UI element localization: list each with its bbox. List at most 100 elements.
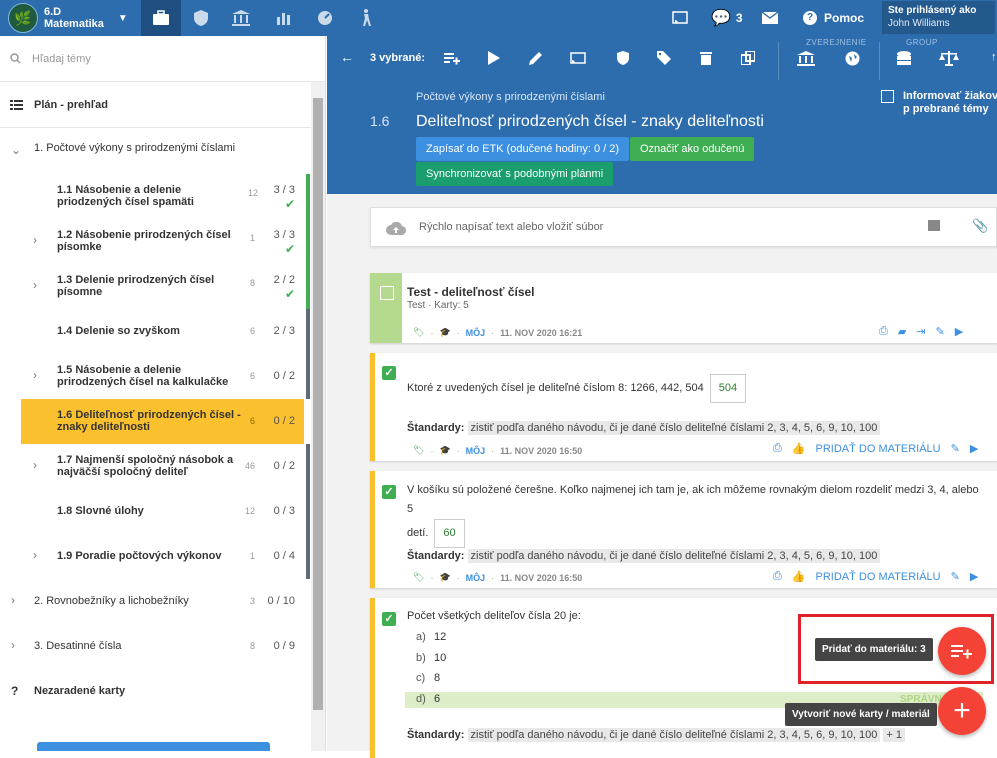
- chevron-down-icon: ▼: [117, 12, 128, 24]
- inform-students-checkbox[interactable]: [881, 90, 894, 103]
- select-checkbox[interactable]: [380, 286, 394, 300]
- add-to-material-link[interactable]: PRIDAŤ DO MATERIÁLU: [816, 571, 941, 583]
- topic-1-8[interactable]: 1.8 Slovné úlohy 12 0 / 3: [0, 489, 310, 534]
- selected-checkbox[interactable]: ✓: [382, 612, 396, 626]
- graduation-cap-icon[interactable]: 🎓: [439, 445, 450, 456]
- test-card-stripe: [370, 273, 402, 343]
- topic-1-5[interactable]: › 1.5 Násobenie a delenie prirodzených čí…: [0, 354, 310, 399]
- option-text: 12: [434, 631, 447, 643]
- topic-search[interactable]: Hľadaj témy: [0, 36, 325, 82]
- gauge-icon[interactable]: [305, 0, 345, 36]
- topic-1-4[interactable]: 1.4 Delenie so zvyškom 6 2 / 3: [0, 309, 310, 354]
- attachment-icon[interactable]: 📎: [972, 218, 988, 234]
- bar-chart-icon[interactable]: [264, 0, 304, 36]
- plan-overview-link[interactable]: Plán - prehľad: [0, 82, 325, 128]
- play-icon[interactable]: ▶: [970, 570, 978, 583]
- cast-icon[interactable]: ⎙: [773, 570, 782, 583]
- topic-label: 1.9 Poradie počtových výkonov: [57, 550, 222, 562]
- topic-3[interactable]: › 3. Desatinné čísla 8 0 / 9: [0, 624, 310, 669]
- messages-button[interactable]: 💬 3: [711, 0, 743, 36]
- option-text: 8: [434, 672, 441, 684]
- globe-icon[interactable]: [845, 51, 860, 69]
- hiking-icon[interactable]: [346, 0, 386, 36]
- back-arrow-icon[interactable]: ←: [340, 49, 354, 65]
- copy-icon[interactable]: [740, 50, 756, 68]
- more-standards-badge[interactable]: + 1: [883, 728, 905, 742]
- tag-icon[interactable]: 🏷: [413, 572, 424, 583]
- option-a: a) 12: [416, 631, 446, 643]
- folder-icon[interactable]: ▰: [898, 325, 906, 338]
- create-card-fab[interactable]: +: [938, 687, 986, 735]
- question-text: Počet všetkých deliteľov čísla 20 je:: [407, 610, 581, 622]
- play-icon[interactable]: [488, 51, 500, 68]
- test-card[interactable]: Test - deliteľnosť čísel Test · Karty: 5…: [370, 273, 997, 343]
- sidebar-bottom-button[interactable]: [37, 742, 270, 751]
- class-switcher[interactable]: 🌿 6.D Matematika ▼: [8, 3, 128, 33]
- graduation-cap-icon[interactable]: 🎓: [439, 327, 450, 338]
- sync-plans-button[interactable]: Synchronizovať s podobnými plánmi: [416, 162, 614, 186]
- quick-input[interactable]: Rýchlo napísať text alebo vložiť súbor 📎: [370, 207, 997, 247]
- topic-1-3[interactable]: › 1.3 Delenie prirodzených čísel písomne 8…: [0, 264, 310, 309]
- topic-2[interactable]: › 2. Rovnobežníky a lichobežníky 3 0 / 10: [0, 579, 310, 624]
- topic-label: 1.2 Násobenie prirodzených čísel písomke: [57, 229, 231, 253]
- standard-tag[interactable]: zistiť podľa daného návodu, či je dané č…: [467, 421, 881, 435]
- mail-icon[interactable]: [762, 0, 778, 36]
- shield-icon[interactable]: [181, 0, 221, 36]
- topic-1-7[interactable]: › 1.7 Najmenší spoločný násobok a najväčš…: [0, 444, 310, 489]
- trash-icon[interactable]: [700, 51, 712, 68]
- pencil-icon[interactable]: ✎: [951, 442, 960, 455]
- balance-scale-icon[interactable]: [939, 51, 959, 69]
- cast-icon[interactable]: [570, 52, 586, 68]
- help-button[interactable]: ? Pomoc: [803, 0, 864, 36]
- cast-icon[interactable]: ⎙: [879, 325, 888, 338]
- write-to-etk-button[interactable]: Zapísať do ETK (odučené hodiny: 0 / 2): [416, 137, 630, 161]
- group-label: GROUP: [906, 38, 938, 47]
- shield-icon[interactable]: [617, 51, 629, 68]
- cloud-upload-icon: [386, 221, 406, 235]
- unassigned-cards[interactable]: ? Nezaradené karty: [0, 669, 310, 714]
- standard-tag[interactable]: zistiť podľa daného návodu, či je dané č…: [467, 728, 881, 742]
- standards: Štandardy: zistiť podľa daného návodu, č…: [407, 728, 905, 742]
- selected-checkbox[interactable]: ✓: [382, 485, 396, 499]
- login-icon[interactable]: ⇥: [916, 325, 925, 338]
- card-count: 3: [250, 596, 256, 606]
- topic-1-1[interactable]: 1.1 Násobenie a delenie priodzených číse…: [0, 174, 310, 219]
- topic-1-9[interactable]: › 1.9 Poradie počtových výkonov 1 0 / 4: [0, 534, 310, 579]
- add-to-material-link[interactable]: PRIDAŤ DO MATERIÁLU: [816, 443, 941, 455]
- topic-1-2[interactable]: › 1.2 Násobenie prirodzených čísel písomk…: [0, 219, 310, 264]
- topic-1[interactable]: ⌄ 1. Počtové výkony s prirodzenými číslam…: [0, 128, 310, 174]
- cast-icon[interactable]: ⎙: [773, 442, 782, 455]
- more-icon[interactable]: ↑: [991, 51, 997, 63]
- breadcrumb[interactable]: Počtové výkony s prirodzenými číslami: [416, 91, 605, 103]
- progress-bar: [306, 309, 310, 354]
- institution-icon[interactable]: [797, 51, 815, 69]
- add-to-list-icon[interactable]: [444, 51, 460, 68]
- institution-icon[interactable]: [221, 0, 261, 36]
- pencil-icon[interactable]: ✎: [951, 570, 960, 583]
- card-subtitle: Test · Karty: 5: [407, 300, 469, 311]
- graduation-cap-icon[interactable]: 🎓: [439, 572, 450, 583]
- tag-icon[interactable]: 🏷: [413, 327, 424, 338]
- topic-1-6-selected[interactable]: 1.6 Deliteľnosť prirodzených čísel - zna…: [21, 399, 304, 444]
- sidebar-scrollbar[interactable]: [311, 82, 325, 751]
- question-card-1[interactable]: ✓ Ktoré z uvedených čísel je deliteľné č…: [370, 353, 997, 461]
- selected-checkbox[interactable]: ✓: [382, 366, 396, 380]
- play-icon[interactable]: ▶: [970, 442, 978, 455]
- scrollbar-thumb[interactable]: [313, 98, 323, 710]
- play-icon[interactable]: ▶: [955, 325, 963, 338]
- user-menu[interactable]: Ste prihlásený ako John Williams: [882, 1, 995, 34]
- mark-as-taught-button[interactable]: Označiť ako odučenú: [630, 137, 755, 161]
- standard-tag[interactable]: zistiť podľa daného návodu, či je dané č…: [467, 549, 881, 563]
- tag-icon[interactable]: 🏷: [413, 445, 424, 456]
- plan-label: Plán - prehľad: [34, 98, 108, 111]
- pencil-icon[interactable]: ✎: [936, 325, 945, 338]
- database-icon[interactable]: [897, 51, 911, 70]
- image-icon[interactable]: [928, 220, 940, 231]
- thumbs-up-icon[interactable]: 👍: [792, 442, 806, 455]
- thumbs-up-icon[interactable]: 👍: [792, 570, 806, 583]
- tag-icon[interactable]: [657, 51, 671, 68]
- pencil-icon[interactable]: [529, 51, 543, 68]
- cast-icon[interactable]: [660, 0, 700, 36]
- briefcase-icon[interactable]: [141, 0, 181, 36]
- question-card-2[interactable]: ✓ V košíku sú položené čerešne. Koľko na…: [370, 471, 997, 588]
